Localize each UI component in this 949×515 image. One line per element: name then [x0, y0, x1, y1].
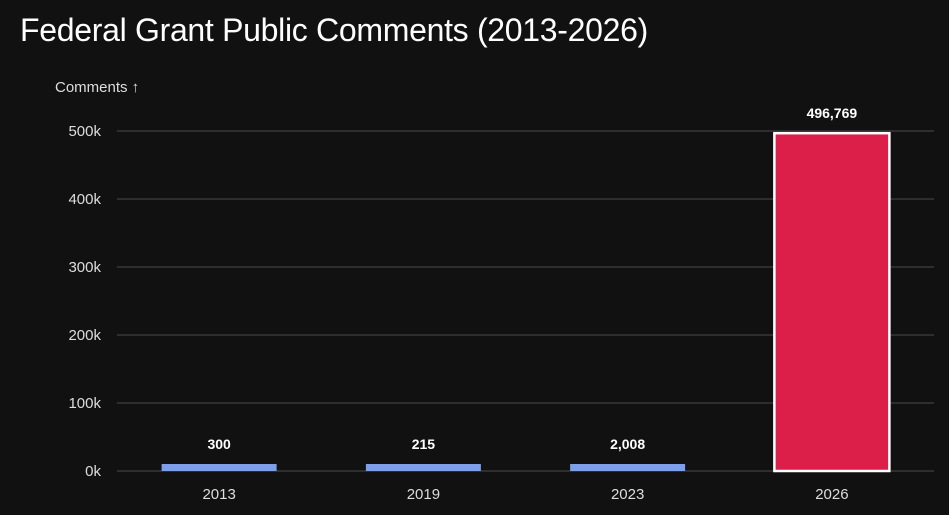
- bar-chart: Comments ↑ 0k 100k 200k 300k 400k 500k 300 2013 2…: [55, 79, 934, 503]
- bar-2026: [773, 131, 891, 473]
- data-label-2023: 2,008: [610, 436, 645, 452]
- y-tick-label: 300k: [68, 259, 101, 276]
- bar-2019: [365, 464, 481, 471]
- y-axis-label: Comments ↑: [55, 79, 139, 96]
- x-tick-label-2019: 2019: [407, 486, 440, 503]
- y-tick-label: 400k: [68, 191, 101, 208]
- bar-2023: [570, 464, 686, 471]
- y-tick-label: 500k: [68, 123, 101, 140]
- data-label-2026: 496,769: [807, 105, 858, 121]
- y-tick-label: 200k: [68, 327, 101, 344]
- data-label-2019: 215: [412, 436, 436, 452]
- x-tick-label-2023: 2023: [611, 486, 644, 503]
- x-tick-label-2013: 2013: [202, 486, 235, 503]
- x-tick-label-2026: 2026: [815, 486, 848, 503]
- y-tick-label: 0k: [85, 463, 101, 480]
- chart-area: Comments ↑ 0k 100k 200k 300k 400k 500k 300 2013 2…: [0, 0, 949, 510]
- y-tick-label: 100k: [68, 395, 101, 412]
- data-label-2013: 300: [207, 436, 231, 452]
- bar-2013: [161, 464, 277, 471]
